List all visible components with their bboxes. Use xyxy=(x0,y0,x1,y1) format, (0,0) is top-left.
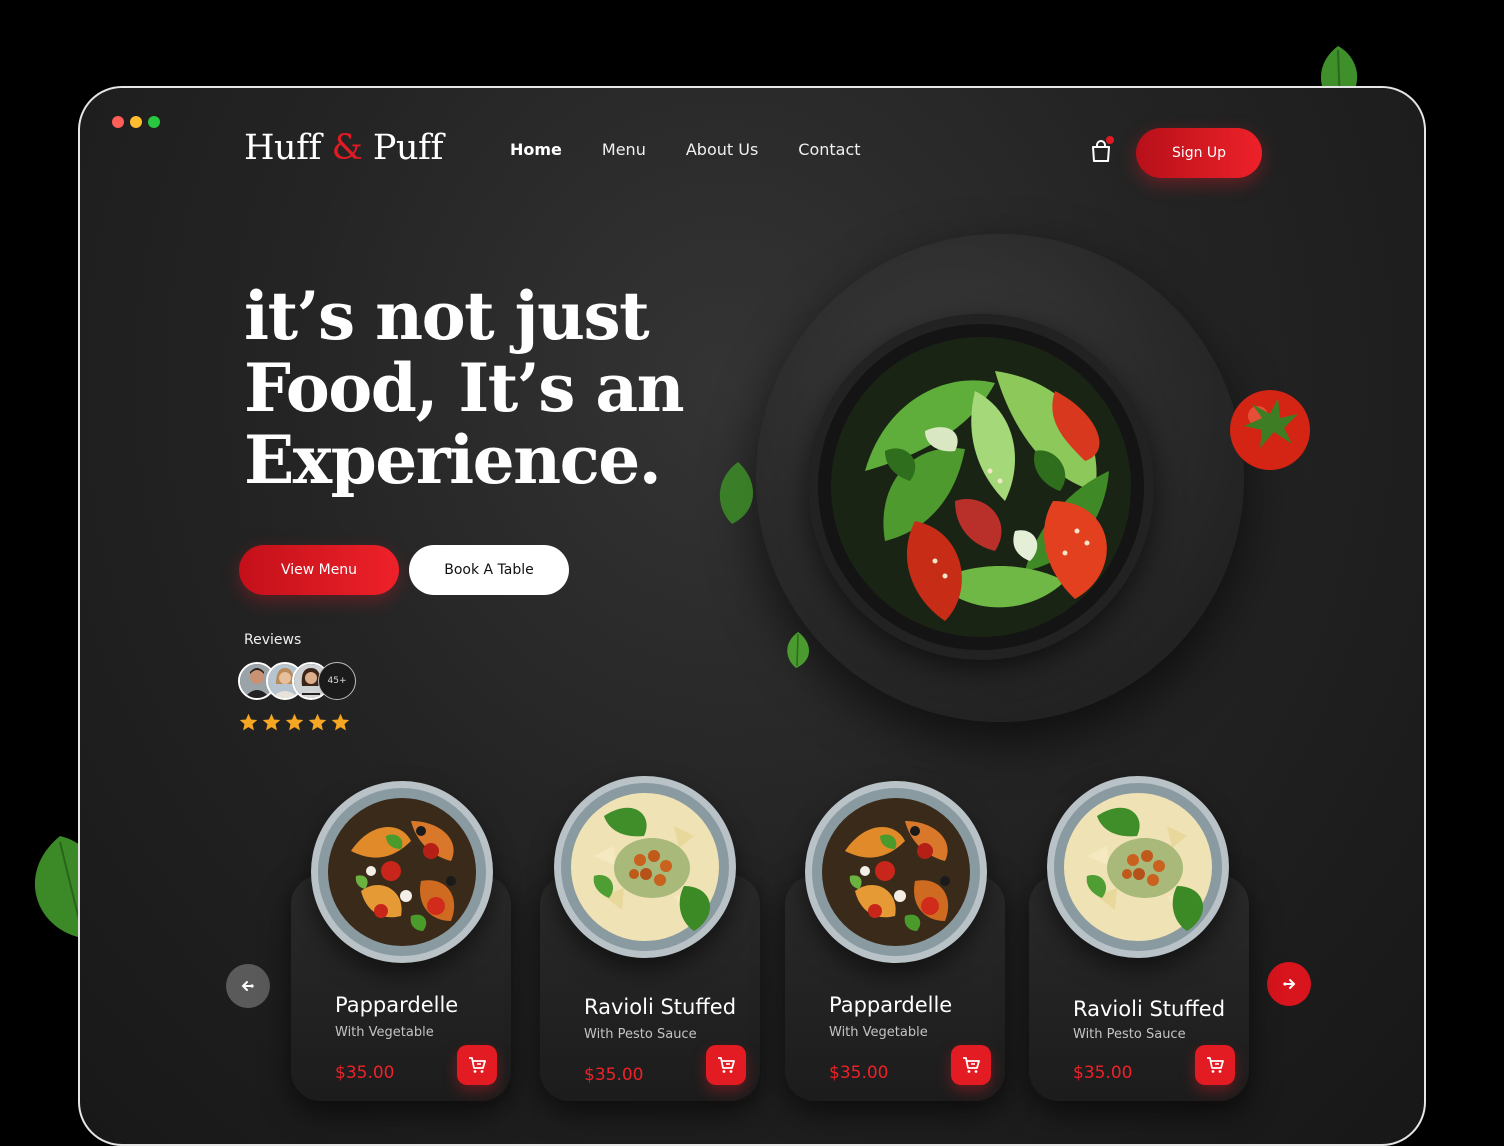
star-icon xyxy=(262,713,281,731)
pesto-pasta-image xyxy=(1047,776,1229,958)
dish-price: $35.00 xyxy=(1073,1063,1133,1083)
basil-leaf-decoration xyxy=(782,630,814,670)
carousel-next-button[interactable] xyxy=(1267,962,1311,1006)
hero-title: it’s not just Food, It’s an Experience. xyxy=(244,277,685,499)
dish-name: Pappardelle xyxy=(829,993,953,1017)
dish-subtitle: With Vegetable xyxy=(829,1025,928,1040)
dish-subtitle: With Pesto Sauce xyxy=(1073,1027,1186,1042)
star-icon xyxy=(308,713,327,731)
brand-ampersand: & xyxy=(331,128,363,168)
sign-up-button[interactable]: Sign Up xyxy=(1136,128,1262,178)
pasta-salad-image xyxy=(805,781,987,963)
dish-card[interactable]: Pappardelle With Vegetable $35.00 xyxy=(291,781,511,1101)
add-to-cart-button[interactable] xyxy=(706,1045,746,1085)
dish-name: Ravioli Stuffed xyxy=(584,995,737,1019)
window-controls xyxy=(112,116,160,128)
add-to-cart-button[interactable] xyxy=(951,1045,991,1085)
nav-menu[interactable]: Menu xyxy=(602,140,646,159)
rating-stars xyxy=(238,712,351,733)
minimize-dot-icon[interactable] xyxy=(130,116,142,128)
brand-name-part2: Puff xyxy=(372,128,444,168)
arrow-right-icon xyxy=(1283,979,1296,989)
star-icon xyxy=(331,713,350,731)
browser-window: Huff & Puff Home Menu About Us Contact S… xyxy=(78,86,1426,1146)
reviews-label: Reviews xyxy=(244,632,302,648)
book-table-button[interactable]: Book A Table xyxy=(409,545,569,595)
dish-card[interactable]: Ravioli Stuffed With Pesto Sauce $35.00 xyxy=(540,776,760,1101)
cart-icon xyxy=(718,1057,735,1073)
basil-leaf-decoration xyxy=(712,460,760,526)
nav-about-us[interactable]: About Us xyxy=(686,140,758,159)
cart-icon xyxy=(963,1057,980,1073)
cart-icon xyxy=(1207,1057,1224,1073)
arrow-left-icon xyxy=(241,981,254,991)
star-icon xyxy=(239,713,258,731)
dish-card[interactable]: Ravioli Stuffed With Pesto Sauce $35.00 xyxy=(1029,776,1249,1101)
add-to-cart-button[interactable] xyxy=(1195,1045,1235,1085)
maximize-dot-icon[interactable] xyxy=(148,116,160,128)
carousel-prev-button[interactable] xyxy=(226,964,270,1008)
star-icon xyxy=(285,713,304,731)
nav-contact[interactable]: Contact xyxy=(798,140,860,159)
brand-name-part1: Huff xyxy=(244,128,321,168)
close-dot-icon[interactable] xyxy=(112,116,124,128)
dish-price: $35.00 xyxy=(335,1063,395,1083)
cart-icon xyxy=(469,1057,486,1073)
main-nav: Home Menu About Us Contact xyxy=(510,140,861,159)
dish-subtitle: With Vegetable xyxy=(335,1025,434,1040)
pasta-salad-image xyxy=(311,781,493,963)
more-reviewers-badge[interactable]: 45+ xyxy=(318,662,356,700)
brand-logo[interactable]: Huff & Puff xyxy=(244,128,443,168)
dish-subtitle: With Pesto Sauce xyxy=(584,1027,697,1042)
dish-name: Pappardelle xyxy=(335,993,459,1017)
dish-card[interactable]: Pappardelle With Vegetable $35.00 xyxy=(785,781,1005,1101)
salad-image xyxy=(831,337,1131,637)
reviewer-avatars: 45+ xyxy=(238,662,368,702)
pesto-pasta-image xyxy=(554,776,736,958)
view-menu-button[interactable]: View Menu xyxy=(239,545,399,595)
dish-price: $35.00 xyxy=(584,1065,644,1085)
dish-name: Ravioli Stuffed xyxy=(1073,997,1226,1021)
tomato-decoration xyxy=(1230,390,1310,470)
add-to-cart-button[interactable] xyxy=(457,1045,497,1085)
cart-notification-dot xyxy=(1106,136,1114,144)
dish-price: $35.00 xyxy=(829,1063,889,1083)
nav-home[interactable]: Home xyxy=(510,140,562,159)
